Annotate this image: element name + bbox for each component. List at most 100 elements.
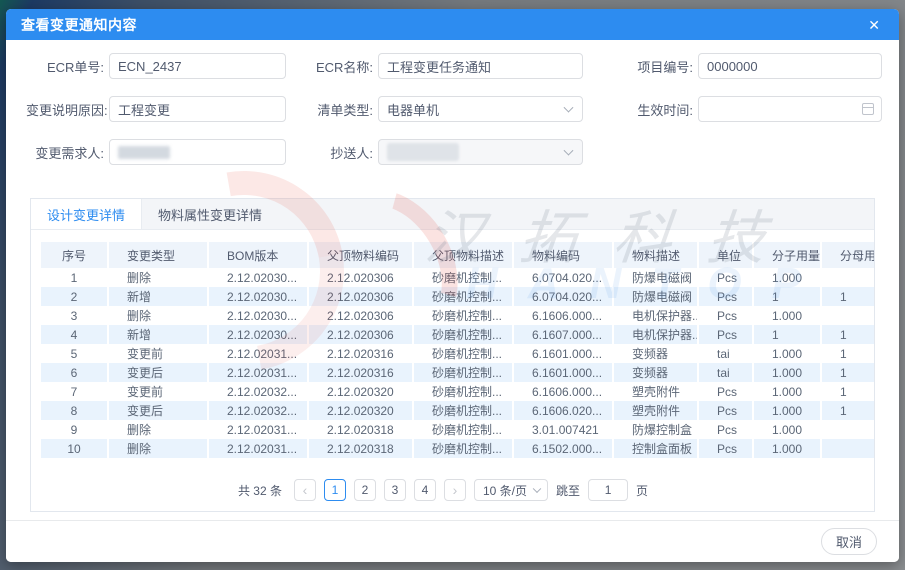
table-row: 9删除2.12.02031...2.12.020318砂磨机控制...3.01.… xyxy=(41,420,874,439)
ecr-name-input[interactable] xyxy=(378,53,583,79)
next-page-button[interactable]: › xyxy=(444,479,466,501)
table-cell: 变更前 xyxy=(107,382,207,401)
table-cell: 1 xyxy=(820,363,874,382)
effective-date-label: 生效时间: xyxy=(588,100,693,119)
table-cell: tai xyxy=(697,344,752,363)
table-cell: 控制盒面板 xyxy=(612,439,697,458)
table-cell: 删除 xyxy=(107,268,207,287)
column-header: 物料描述 xyxy=(612,242,697,268)
table-cell: 2.12.020306 xyxy=(307,268,412,287)
cc-recipient-select[interactable] xyxy=(378,139,583,165)
form-row-2: 变更说明原因: 清单类型: 电器单机 生效时间: xyxy=(26,96,879,122)
design-change-panel: 序号变更类型BOM版本父顶物料编码父顶物料描述物料编码物料描述单位分子用量分母用… xyxy=(31,230,874,511)
dialog-footer: 取消 xyxy=(6,520,899,562)
table-header-row: 序号变更类型BOM版本父顶物料编码父顶物料描述物料编码物料描述单位分子用量分母用… xyxy=(41,242,874,268)
table-cell: 变更后 xyxy=(107,401,207,420)
table-cell: 删除 xyxy=(107,306,207,325)
table-cell: 2.12.02031... xyxy=(207,344,307,363)
table-cell: 6.1502.000... xyxy=(512,439,612,458)
jump-page-input[interactable] xyxy=(588,479,628,501)
prev-page-button[interactable]: ‹ xyxy=(294,479,316,501)
table-cell: 砂磨机控制... xyxy=(412,287,512,306)
table-cell: 塑壳附件 xyxy=(612,401,697,420)
table-row: 7变更前2.12.02032...2.12.020320砂磨机控制...6.16… xyxy=(41,382,874,401)
table-cell: 变更前 xyxy=(107,344,207,363)
effective-date-input[interactable] xyxy=(698,96,882,122)
table-row: 8变更后2.12.02032...2.12.020320砂磨机控制...6.16… xyxy=(41,401,874,420)
table-row: 3删除2.12.02030...2.12.020306砂磨机控制...6.160… xyxy=(41,306,874,325)
page-button-4[interactable]: 4 xyxy=(414,479,436,501)
table-cell: 2.12.02031... xyxy=(207,439,307,458)
ecr-number-input[interactable] xyxy=(109,53,286,79)
table-cell: 2.12.02032... xyxy=(207,401,307,420)
table-cell: 6.1606.000... xyxy=(512,306,612,325)
table-cell xyxy=(820,420,874,439)
table-cell: 1.000 xyxy=(752,439,820,458)
tab-design-change-detail[interactable]: 设计变更详情 xyxy=(31,199,142,229)
page-size-select[interactable]: 10 条/页 xyxy=(474,479,548,501)
jump-label: 跳至 xyxy=(556,482,580,499)
page-button-1[interactable]: 1 xyxy=(324,479,346,501)
cc-recipient-label: 抄送人: xyxy=(291,143,373,162)
change-notice-form: ECR单号: ECR名称: 项目编号: 变更说明原因: 清单类型: 电器单机 生… xyxy=(6,40,899,182)
table-cell: 1.000 xyxy=(752,382,820,401)
table-cell: 新增 xyxy=(107,325,207,344)
chevron-down-icon xyxy=(564,146,574,156)
table-cell: 防爆电磁阀 xyxy=(612,287,697,306)
table-cell: 砂磨机控制... xyxy=(412,363,512,382)
dialog-title: 查看变更通知内容 xyxy=(21,15,137,35)
table-cell: 1 xyxy=(820,344,874,363)
column-header: 单位 xyxy=(697,242,752,268)
redacted-value xyxy=(118,146,170,159)
page-button-3[interactable]: 3 xyxy=(384,479,406,501)
close-icon[interactable]: ✕ xyxy=(864,16,884,34)
table-cell: Pcs xyxy=(697,382,752,401)
table-cell: 2 xyxy=(41,287,107,306)
table-row: 6变更后2.12.02031...2.12.020316砂磨机控制...6.16… xyxy=(41,363,874,382)
table-cell: 电机保护器... xyxy=(612,325,697,344)
page-button-2[interactable]: 2 xyxy=(354,479,376,501)
form-row-1: ECR单号: ECR名称: 项目编号: xyxy=(26,53,879,79)
table-cell: 5 xyxy=(41,344,107,363)
table-cell: 电机保护器... xyxy=(612,306,697,325)
table-cell: 6.1601.000... xyxy=(512,344,612,363)
cancel-button[interactable]: 取消 xyxy=(821,528,877,555)
table-cell: 砂磨机控制... xyxy=(412,420,512,439)
ecr-name-label: ECR名称: xyxy=(291,57,373,76)
table-cell: 6.1601.000... xyxy=(512,363,612,382)
change-reason-input[interactable] xyxy=(109,96,286,122)
table-cell: Pcs xyxy=(697,268,752,287)
table-row: 4新增2.12.02030...2.12.020306砂磨机控制...6.160… xyxy=(41,325,874,344)
table-cell: 7 xyxy=(41,382,107,401)
table-cell: 删除 xyxy=(107,439,207,458)
project-number-input[interactable] xyxy=(698,53,882,79)
table-cell: 变频器 xyxy=(612,344,697,363)
table-cell: 8 xyxy=(41,401,107,420)
table-cell: 6.1607.000... xyxy=(512,325,612,344)
list-type-select[interactable]: 电器单机 xyxy=(378,96,583,122)
column-header: 变更类型 xyxy=(107,242,207,268)
table-cell: Pcs xyxy=(697,439,752,458)
change-detail-table: 序号变更类型BOM版本父顶物料编码父顶物料描述物料编码物料描述单位分子用量分母用… xyxy=(41,242,874,458)
column-header: 序号 xyxy=(41,242,107,268)
page-size-value: 10 条/页 xyxy=(483,482,527,499)
list-type-value: 电器单机 xyxy=(387,100,439,119)
chevron-down-icon xyxy=(564,103,574,113)
table-cell: 变频器 xyxy=(612,363,697,382)
change-requester-input[interactable] xyxy=(109,139,286,165)
tabs-bar: 设计变更详情 物料属性变更详情 xyxy=(31,199,874,230)
table-cell: 砂磨机控制... xyxy=(412,306,512,325)
table-cell: 1.000 xyxy=(752,363,820,382)
table-cell: 1 xyxy=(820,382,874,401)
table-cell: 2.12.020306 xyxy=(307,306,412,325)
column-header: 分母用量 xyxy=(820,242,874,268)
table-cell: 1.000 xyxy=(752,344,820,363)
column-header: 分子用量 xyxy=(752,242,820,268)
table-cell: 10 xyxy=(41,439,107,458)
table-cell: 砂磨机控制... xyxy=(412,382,512,401)
tab-material-attr-change-detail[interactable]: 物料属性变更详情 xyxy=(142,199,278,229)
table-cell: 6.1606.000... xyxy=(512,382,612,401)
table-cell: 2.12.02030... xyxy=(207,325,307,344)
table-cell: 2.12.020320 xyxy=(307,382,412,401)
table-cell xyxy=(820,439,874,458)
